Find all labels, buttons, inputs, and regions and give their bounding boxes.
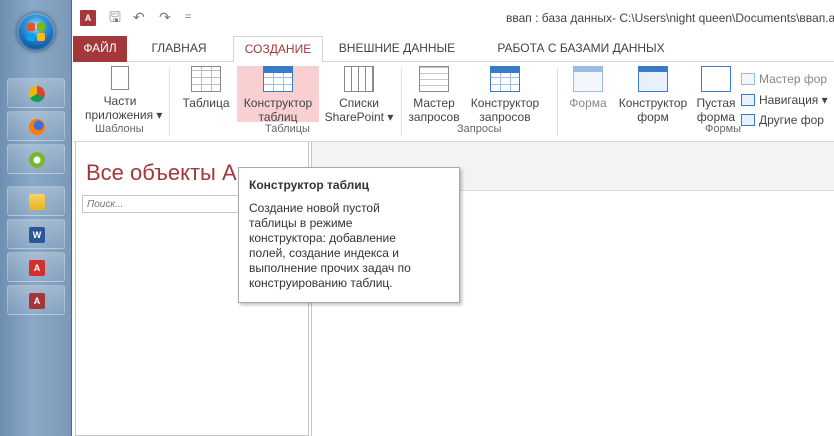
query-design-label-2: запросов — [479, 110, 531, 124]
window-title: ввап : база данных- C:\Users\night queen… — [506, 11, 834, 25]
table-design-tooltip: Конструктор таблиц Создание новой пустой… — [238, 167, 460, 303]
tab-home[interactable]: ГЛАВНАЯ — [139, 36, 219, 62]
table-design-label-1: Конструктор — [243, 96, 313, 110]
form-label: Форма — [569, 96, 607, 110]
sharepoint-label-2: SharePoint ▾ — [324, 110, 394, 124]
form-design-button[interactable]: Конструктор форм — [613, 66, 693, 124]
tooltip-line: Создание новой пустой — [249, 201, 380, 215]
chrome-icon — [29, 86, 45, 102]
tab-create[interactable]: СОЗДАНИЕ — [233, 36, 323, 63]
table-design-icon — [263, 66, 293, 92]
app-parts-label-2: приложения ▾ — [85, 108, 163, 122]
tooltip-line: выполнение прочих задач по — [249, 261, 411, 275]
form-button[interactable]: Форма — [563, 66, 613, 122]
explorer-icon — [29, 194, 45, 210]
nav-pane-title[interactable]: Все объекты A — [86, 160, 237, 186]
navigation-label: Навигация ▾ — [759, 93, 828, 107]
sharepoint-label-1: Списки — [339, 96, 379, 110]
title-bar: A 🖫 ↶ ↷ = ввап : база данных- C:\Users\n… — [73, 0, 834, 36]
table-design-label-2: таблиц — [258, 110, 298, 124]
taskbar-acrobat-button[interactable]: A — [7, 252, 65, 282]
group-tables-label: Таблицы — [265, 123, 310, 135]
blank-form-icon — [701, 66, 731, 92]
tooltip-line: таблицы в режиме — [249, 216, 353, 230]
group-queries-label: Запросы — [457, 123, 502, 135]
access-logo-icon[interactable]: A — [80, 10, 96, 26]
group-separator — [401, 68, 402, 136]
redo-icon[interactable]: ↷ — [159, 9, 171, 25]
taskbar-utorrent-button[interactable] — [7, 144, 65, 174]
blank-form-button[interactable]: Пустая форма — [693, 66, 739, 124]
query-wizard-label-2: запросов — [408, 110, 460, 124]
blank-form-label-1: Пустая — [696, 96, 736, 110]
taskbar-access-button[interactable]: A — [7, 285, 65, 315]
form-design-label-1: Конструктор — [618, 96, 688, 110]
form-icon — [573, 66, 603, 92]
query-design-button[interactable]: Конструктор запросов — [465, 66, 545, 124]
ribbon: Части приложения ▾ Шаблоны Таблица Конст… — [73, 62, 834, 142]
taskbar-word-button[interactable]: W — [7, 219, 65, 249]
sharepoint-lists-button[interactable]: Списки SharePoint ▾ — [323, 66, 395, 124]
group-separator — [557, 68, 558, 136]
tooltip-line: конструктора: добавление — [249, 231, 396, 245]
more-forms-label: Другие фор — [759, 113, 824, 127]
word-icon: W — [29, 227, 45, 243]
group-templates-label: Шаблоны — [95, 123, 144, 135]
query-wizard-button[interactable]: Мастер запросов — [405, 66, 463, 124]
form-design-icon — [638, 66, 668, 92]
query-wizard-icon — [419, 66, 449, 92]
taskbar-explorer-button[interactable] — [7, 186, 65, 216]
qat-customize-icon[interactable]: = — [185, 9, 191, 25]
access-window: A 🖫 ↶ ↷ = ввап : база данных- C:\Users\n… — [73, 0, 834, 436]
app-parts-label-1: Части — [103, 94, 137, 108]
ribbon-tabs: ФАЙЛ ГЛАВНАЯ СОЗДАНИЕ ВНЕШНИЕ ДАННЫЕ РАБ… — [73, 36, 834, 63]
access-icon: A — [29, 293, 45, 309]
table-label: Таблица — [182, 96, 230, 110]
sharepoint-lists-icon — [344, 66, 374, 92]
tab-external-data[interactable]: ВНЕШНИЕ ДАННЫЕ — [337, 36, 457, 62]
group-forms-label: Формы — [705, 123, 742, 135]
navigation-button[interactable]: Навигация ▾ — [741, 91, 828, 109]
tooltip-line: конструированию таблиц. — [249, 276, 393, 290]
tab-database-tools[interactable]: РАБОТА С БАЗАМИ ДАННЫХ — [471, 36, 691, 62]
form-wizard-icon — [741, 73, 755, 85]
more-forms-button[interactable]: Другие фор — [741, 111, 824, 129]
table-button[interactable]: Таблица — [177, 66, 235, 122]
app-parts-icon — [111, 66, 129, 90]
windows-logo-icon — [27, 23, 45, 41]
more-forms-icon — [741, 114, 755, 126]
save-icon[interactable]: 🖫 — [109, 9, 121, 25]
taskbar-firefox-button[interactable] — [7, 111, 65, 141]
group-separator — [169, 68, 170, 136]
query-design-icon — [490, 66, 520, 92]
form-design-label-2: форм — [637, 110, 669, 124]
navigation-icon — [741, 94, 755, 106]
windows-taskbar: W A A — [0, 0, 72, 436]
form-wizard-button[interactable]: Мастер фор — [741, 70, 827, 88]
table-design-button[interactable]: Конструктор таблиц — [237, 66, 319, 124]
query-design-label-1: Конструктор — [470, 96, 540, 110]
tab-file[interactable]: ФАЙЛ — [73, 36, 127, 62]
start-button[interactable] — [17, 13, 55, 51]
taskbar-chrome-button[interactable] — [7, 78, 65, 108]
acrobat-icon: A — [29, 260, 45, 276]
tooltip-title: Конструктор таблиц — [249, 178, 370, 192]
utorrent-icon — [29, 152, 45, 168]
blank-form-label-2: форма — [696, 110, 736, 124]
query-wizard-label-1: Мастер — [413, 96, 455, 110]
app-parts-button[interactable]: Части приложения ▾ — [85, 66, 163, 122]
table-icon — [191, 66, 221, 92]
form-wizard-label: Мастер фор — [759, 72, 828, 86]
firefox-icon — [29, 119, 45, 135]
undo-icon[interactable]: ↶ — [133, 9, 145, 25]
tooltip-line: полей, создание индекса и — [249, 246, 399, 260]
